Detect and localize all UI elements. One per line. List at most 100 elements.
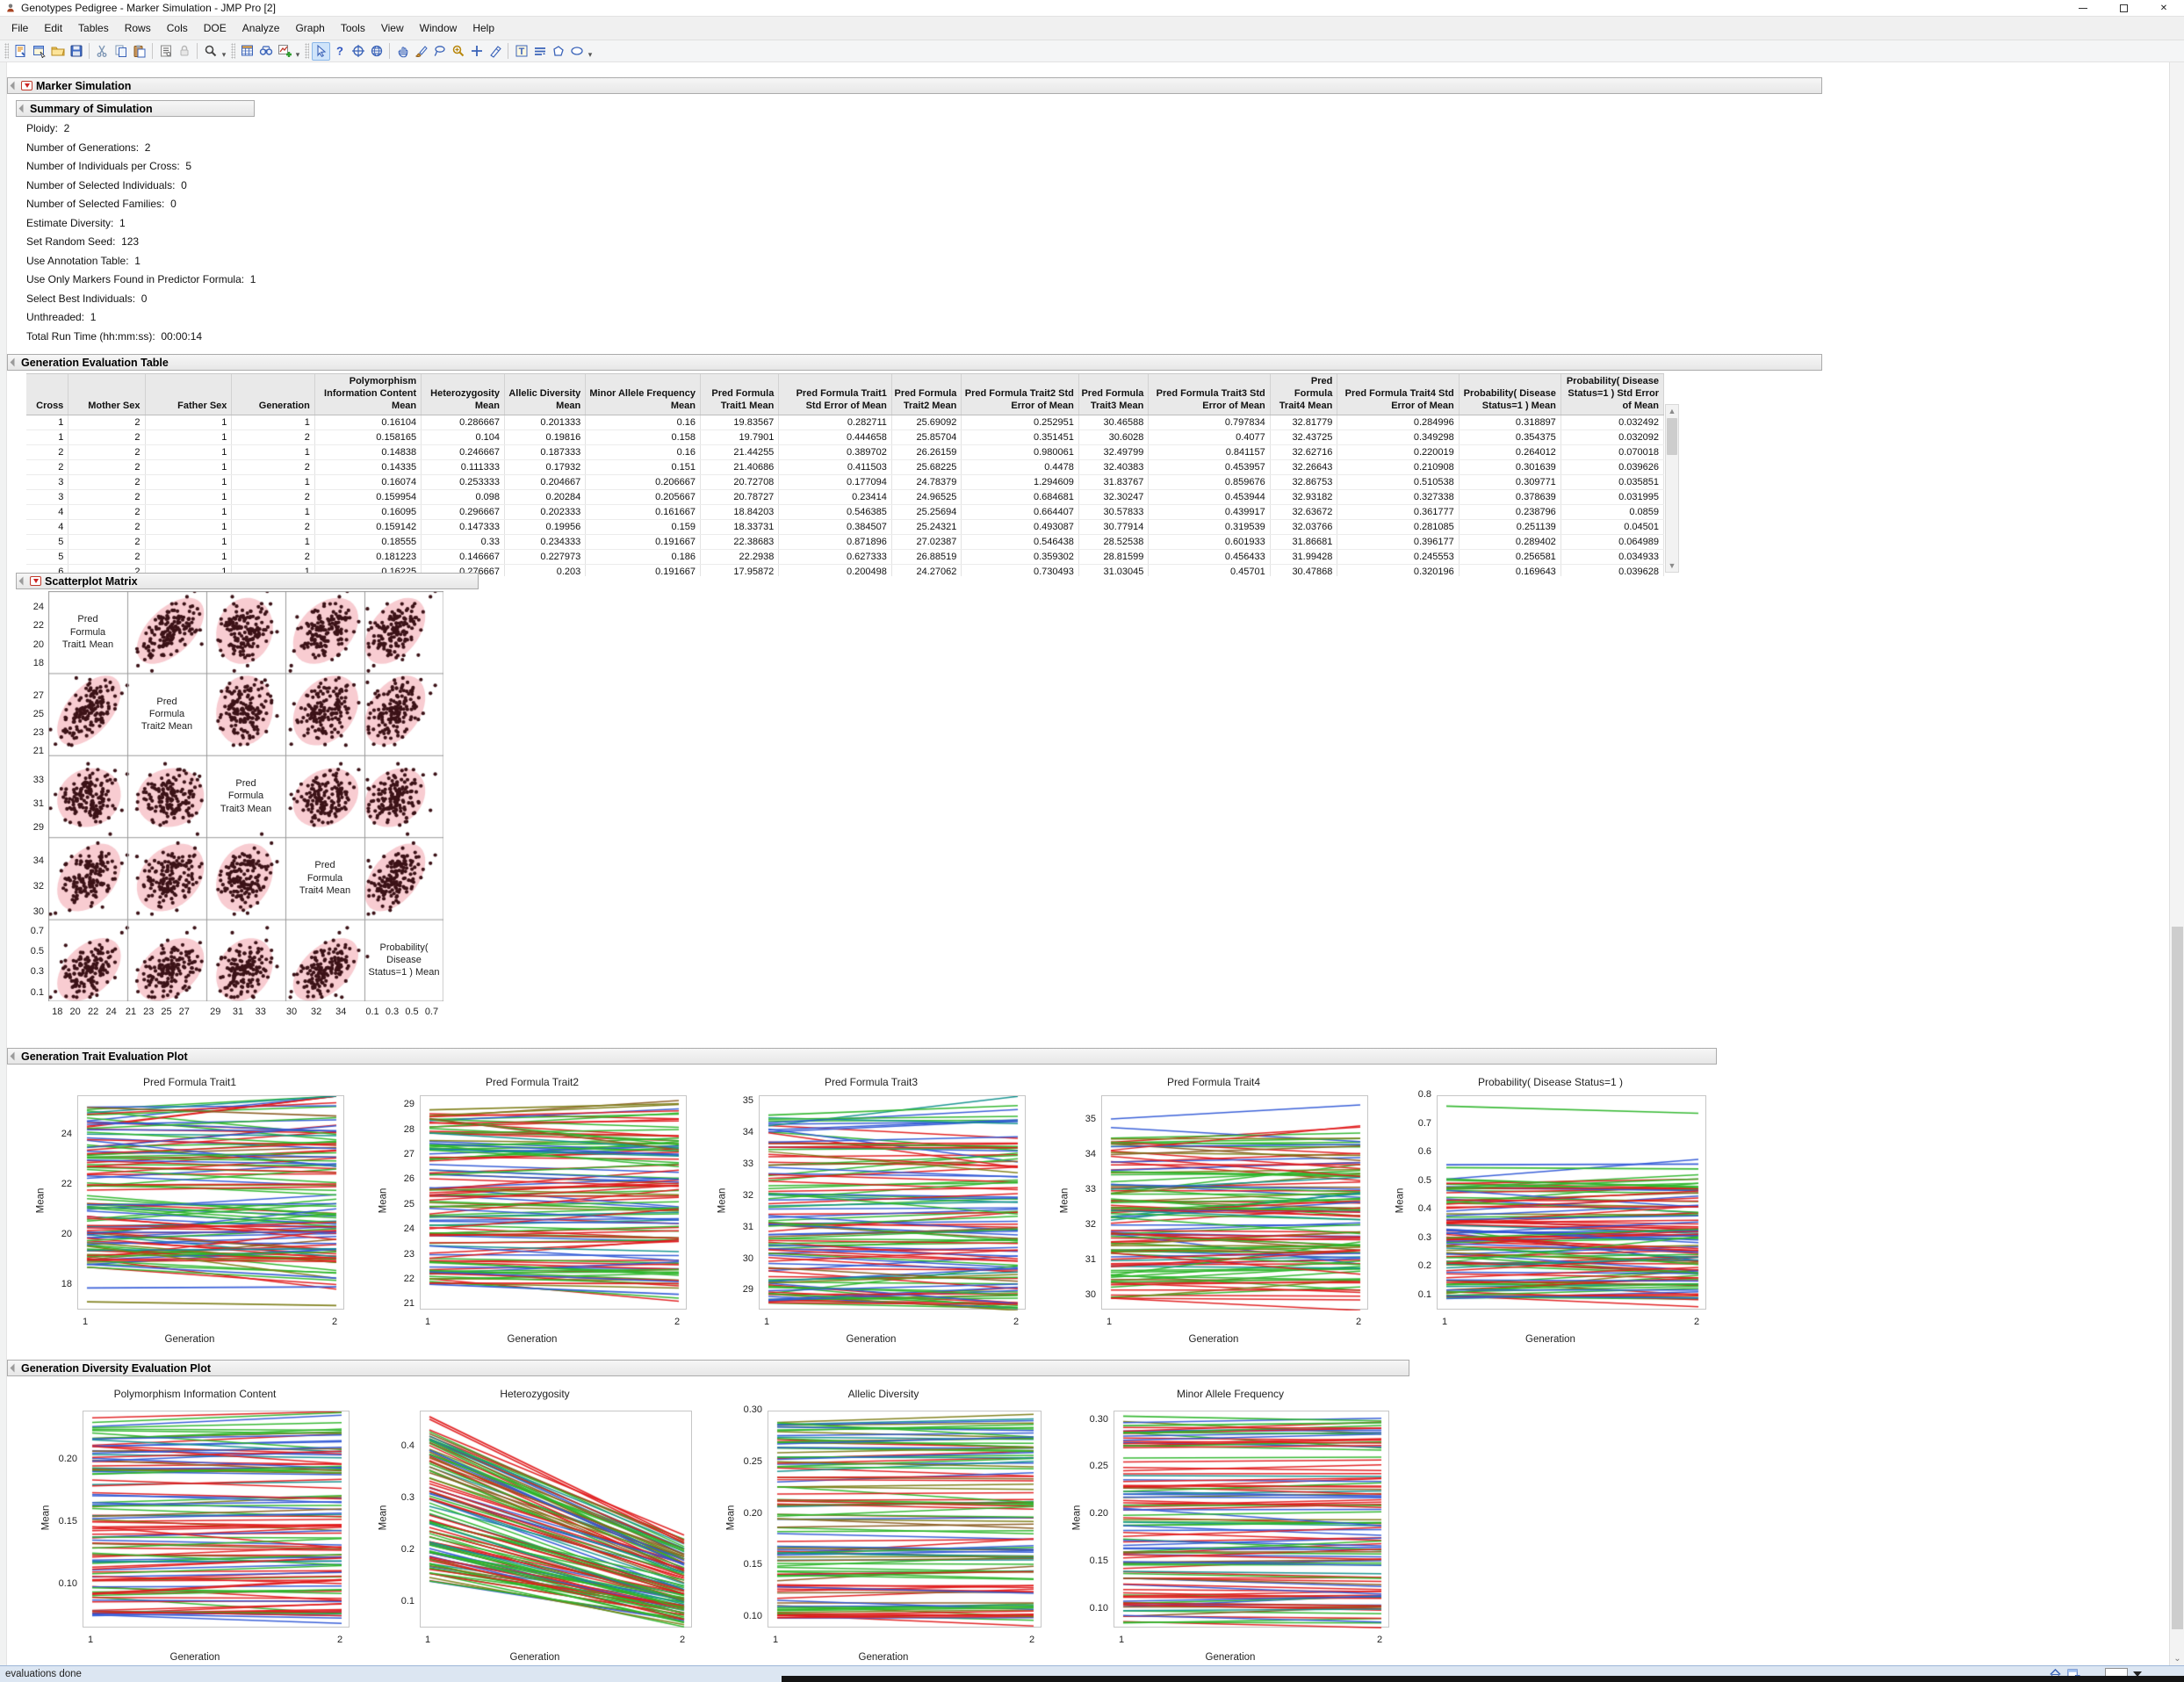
- chart-plot-area[interactable]: [1102, 1096, 1369, 1310]
- lasso-icon[interactable]: [430, 42, 449, 61]
- toolbar-overflow-icon[interactable]: ▾: [220, 50, 228, 61]
- copy-icon[interactable]: [112, 42, 130, 61]
- chart-plot-area[interactable]: [83, 1411, 350, 1628]
- column-header[interactable]: Polymorphism Information Content Mean: [314, 374, 421, 415]
- section-header-marker-simulation[interactable]: Marker Simulation: [7, 77, 1822, 94]
- section-header-scatterplot-matrix[interactable]: Scatterplot Matrix: [16, 573, 479, 589]
- table-row[interactable]: 32120.1599540.0980.202840.20566720.78727…: [26, 490, 1664, 505]
- column-header[interactable]: Pred Formula Trait4 Std Error of Mean: [1337, 374, 1459, 415]
- maximize-button[interactable]: [2103, 0, 2144, 17]
- disclosure-icon[interactable]: [11, 1052, 19, 1061]
- menu-file[interactable]: File: [4, 18, 36, 38]
- table-row[interactable]: 52110.185550.330.2343330.19166722.386830…: [26, 535, 1664, 550]
- toolbar-overflow-icon[interactable]: ▾: [293, 50, 302, 61]
- data-table-icon[interactable]: [238, 42, 256, 61]
- close-button[interactable]: ✕: [2144, 0, 2184, 17]
- journal-icon[interactable]: [156, 42, 175, 61]
- section-header-summary[interactable]: Summary of Simulation: [16, 100, 255, 117]
- new-script-icon[interactable]: [11, 42, 30, 61]
- menu-rows[interactable]: Rows: [117, 18, 159, 38]
- save-icon[interactable]: [67, 42, 85, 61]
- column-header[interactable]: Pred Formula Trait1 Mean: [701, 374, 779, 415]
- paste-icon[interactable]: [130, 42, 148, 61]
- brush-icon[interactable]: [412, 42, 430, 61]
- table-row[interactable]: 42110.160950.2966670.2023330.16166718.84…: [26, 505, 1664, 520]
- chart-plot-area[interactable]: [1438, 1096, 1707, 1310]
- column-header[interactable]: Pred Formula Trait1 Std Error of Mean: [779, 374, 892, 415]
- menu-cols[interactable]: Cols: [159, 18, 196, 38]
- polygon-annotation-icon[interactable]: [549, 42, 567, 61]
- menu-window[interactable]: Window: [412, 18, 465, 38]
- column-header[interactable]: Father Sex: [145, 374, 232, 415]
- binoculars-icon[interactable]: [256, 42, 275, 61]
- chart-plot-area[interactable]: [421, 1411, 693, 1628]
- scatterplot-matrix[interactable]: PredFormulaTrait1 MeanPredFormulaTrait2 …: [48, 591, 443, 1001]
- column-header[interactable]: Pred Formula Trait3 Std Error of Mean: [1149, 374, 1270, 415]
- column-header[interactable]: Cross: [26, 374, 68, 415]
- column-header[interactable]: Pred Formula Trait2 Mean: [891, 374, 962, 415]
- column-header[interactable]: Probability( Disease Status=1 ) Std Erro…: [1561, 374, 1663, 415]
- toolbar-drag-handle[interactable]: [231, 43, 235, 59]
- column-header[interactable]: Heterozygosity Mean: [422, 374, 505, 415]
- chart-plot-area[interactable]: [78, 1096, 345, 1310]
- menu-view[interactable]: View: [373, 18, 412, 38]
- menu-analyze[interactable]: Analyze: [234, 18, 288, 38]
- column-header[interactable]: Minor Allele Frequency Mean: [586, 374, 701, 415]
- arrow-cursor-icon[interactable]: [312, 42, 330, 61]
- lock-icon[interactable]: [175, 42, 193, 61]
- menu-help[interactable]: Help: [465, 18, 502, 38]
- menu-doe[interactable]: DOE: [196, 18, 234, 38]
- menu-tables[interactable]: Tables: [70, 18, 117, 38]
- disclosure-icon[interactable]: [11, 82, 19, 90]
- disclosure-icon[interactable]: [11, 1364, 19, 1373]
- column-header[interactable]: Allelic Diversity Mean: [505, 374, 586, 415]
- table-row[interactable]: 12110.161040.2866670.2013330.1619.835670…: [26, 415, 1664, 430]
- graph-builder-icon[interactable]: [275, 42, 293, 61]
- new-window-icon[interactable]: [30, 42, 48, 61]
- chart-plot-area[interactable]: [1114, 1411, 1390, 1628]
- table-vertical-scrollbar[interactable]: ▲ ▼: [1665, 404, 1679, 573]
- crosshair-icon[interactable]: [349, 42, 367, 61]
- section-header-diversity-plot[interactable]: Generation Diversity Evaluation Plot: [7, 1360, 1409, 1376]
- table-row[interactable]: 12120.1581650.1040.198160.15819.79010.44…: [26, 430, 1664, 445]
- chart-plot-area[interactable]: [760, 1096, 1027, 1310]
- menu-graph[interactable]: Graph: [287, 18, 332, 38]
- disclosure-icon[interactable]: [11, 358, 19, 367]
- help-icon[interactable]: ?: [330, 42, 349, 61]
- section-header-trait-plot[interactable]: Generation Trait Evaluation Plot: [7, 1048, 1717, 1065]
- column-header[interactable]: Pred Formula Trait2 Std Error of Mean: [962, 374, 1078, 415]
- globe-icon[interactable]: [367, 42, 386, 61]
- minimize-button[interactable]: [2063, 0, 2103, 17]
- section-header-generation-table[interactable]: Generation Evaluation Table: [7, 354, 1822, 371]
- column-header[interactable]: Generation: [232, 374, 314, 415]
- chart-plot-area[interactable]: [421, 1096, 688, 1310]
- oval-annotation-icon[interactable]: [567, 42, 586, 61]
- chart-plot-area[interactable]: [768, 1411, 1042, 1628]
- red-triangle-menu-icon[interactable]: [30, 576, 41, 586]
- cut-icon[interactable]: [93, 42, 112, 61]
- crosshair-plus-icon[interactable]: [467, 42, 486, 61]
- magnifier-zoom-icon[interactable]: [449, 42, 467, 61]
- text-annotation-icon[interactable]: T: [512, 42, 530, 61]
- eraser-icon[interactable]: [486, 42, 504, 61]
- disclosure-icon[interactable]: [19, 577, 28, 586]
- line-annotation-icon[interactable]: [530, 42, 549, 61]
- column-header[interactable]: Pred Formula Trait4 Mean: [1270, 374, 1337, 415]
- column-header[interactable]: Pred Formula Trait3 Mean: [1078, 374, 1149, 415]
- menu-edit[interactable]: Edit: [36, 18, 70, 38]
- grabber-hand-icon[interactable]: [393, 42, 412, 61]
- table-row[interactable]: 22120.143350.1113330.179320.15121.406860…: [26, 460, 1664, 475]
- magnifier-icon[interactable]: [201, 42, 220, 61]
- toolbar-drag-handle[interactable]: [305, 43, 309, 59]
- toolbar-drag-handle[interactable]: [4, 43, 9, 59]
- open-folder-icon[interactable]: [48, 42, 67, 61]
- toolbar-overflow-icon[interactable]: ▾: [586, 50, 595, 61]
- red-triangle-menu-icon[interactable]: [21, 81, 32, 90]
- table-row[interactable]: 52120.1812230.1466670.2279730.18622.2938…: [26, 550, 1664, 565]
- disclosure-icon[interactable]: [19, 105, 28, 113]
- column-header[interactable]: Probability( Disease Status=1 ) Mean: [1459, 374, 1561, 415]
- menu-tools[interactable]: Tools: [333, 18, 373, 38]
- table-row[interactable]: 22110.148380.2466670.1873330.1621.442550…: [26, 445, 1664, 460]
- window-vertical-scrollbar[interactable]: ⌄: [2169, 62, 2184, 1665]
- table-row[interactable]: 42120.1591420.1473330.199560.15918.33731…: [26, 520, 1664, 535]
